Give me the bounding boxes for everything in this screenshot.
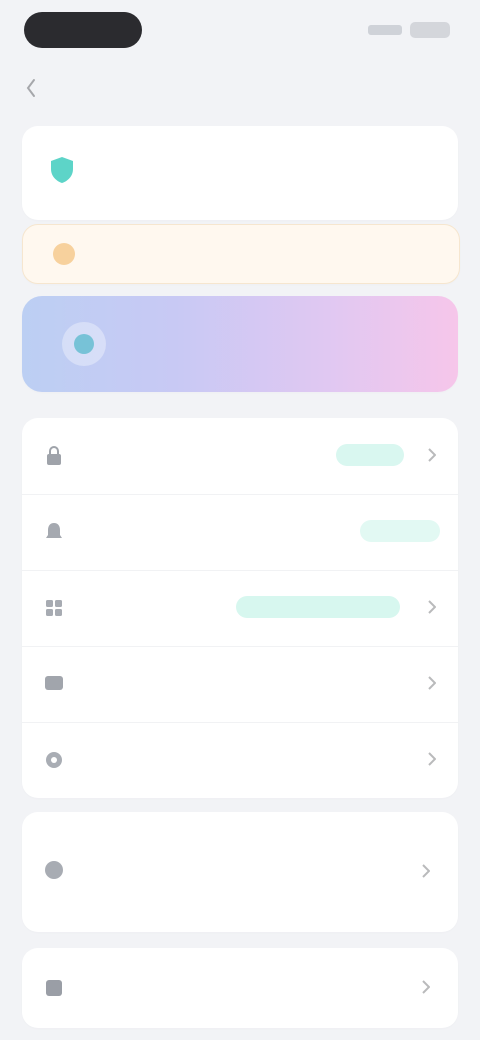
signal-icon — [368, 25, 402, 35]
promo-banner[interactable] — [22, 296, 458, 392]
info-icon — [46, 980, 62, 996]
chevron-right-icon — [428, 600, 436, 614]
chevron-left-icon[interactable] — [26, 78, 36, 98]
chevron-right-icon — [422, 980, 430, 994]
account-card[interactable] — [22, 126, 458, 220]
settings-row-2[interactable] — [22, 494, 458, 571]
about-card[interactable] — [22, 948, 458, 1028]
shield-icon — [51, 157, 73, 183]
warning-icon — [53, 243, 75, 265]
chevron-right-icon — [428, 752, 436, 766]
status-badge — [336, 444, 404, 466]
chevron-right-icon — [422, 864, 430, 878]
grid-icon — [46, 600, 62, 616]
status-pill — [24, 12, 142, 48]
lock-icon — [47, 446, 61, 465]
settings-row-3[interactable] — [22, 570, 458, 647]
chevron-right-icon — [428, 448, 436, 462]
bell-icon — [46, 523, 62, 538]
settings-icon — [46, 752, 62, 768]
settings-list — [22, 418, 458, 798]
status-bar — [0, 0, 480, 64]
nav-bar — [0, 62, 480, 114]
battery-icon — [410, 22, 450, 38]
status-badge — [360, 520, 440, 542]
settings-row-5[interactable] — [22, 722, 458, 798]
faq-card[interactable] — [22, 812, 458, 932]
help-icon — [45, 861, 63, 879]
chevron-right-icon — [428, 676, 436, 690]
status-icons — [368, 22, 450, 38]
status-badge — [236, 596, 400, 618]
settings-row-1[interactable] — [22, 418, 458, 495]
notice-banner[interactable] — [22, 224, 460, 284]
cloud-icon — [62, 322, 106, 366]
settings-row-4[interactable] — [22, 646, 458, 723]
message-icon — [45, 676, 63, 690]
